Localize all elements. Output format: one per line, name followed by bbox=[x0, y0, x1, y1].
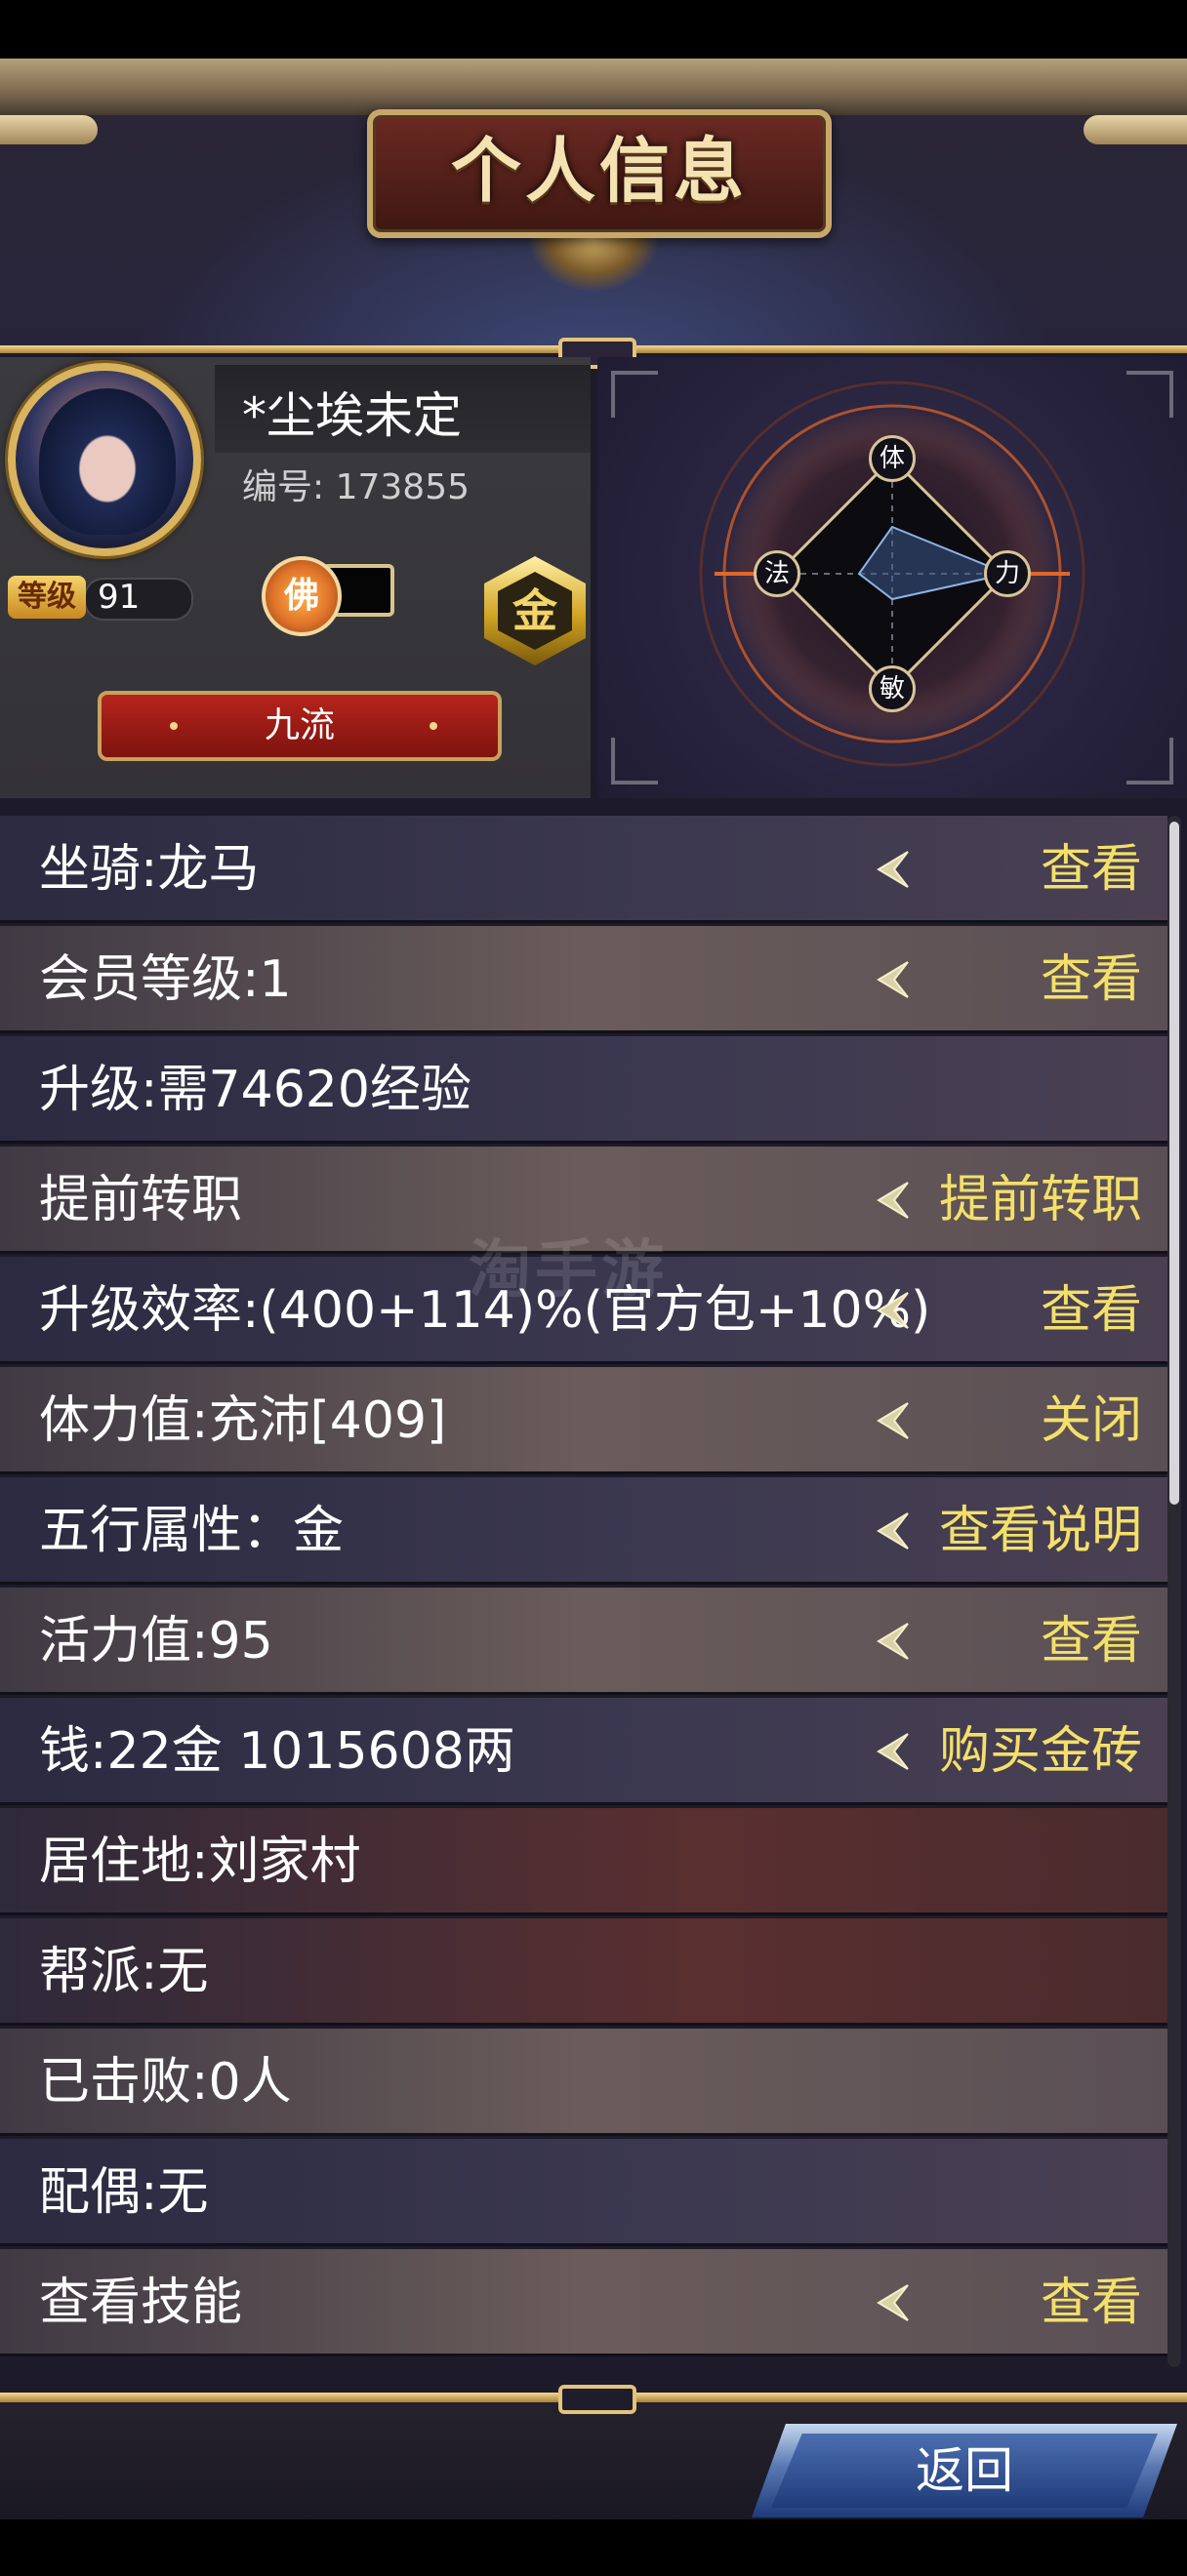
list-item-guild: 帮派:无 bbox=[0, 1918, 1167, 2026]
list-item-spouse: 配偶:无 bbox=[0, 2139, 1167, 2246]
list-item-label: 配偶:无 bbox=[39, 2163, 209, 2222]
buddha-icon[interactable]: 佛 bbox=[262, 556, 342, 636]
radar-axis-stamina: 体 bbox=[869, 435, 916, 482]
level-badge: 等级 bbox=[8, 576, 86, 619]
chevron-left-icon bbox=[877, 1402, 909, 1439]
list-item-label: 五行属性：金 bbox=[39, 1502, 345, 1560]
chevron-left-icon bbox=[877, 1733, 909, 1770]
back-button[interactable]: 返回 bbox=[771, 2434, 1158, 2508]
rank-button[interactable]: 九流 bbox=[98, 691, 502, 761]
list-item-residence: 居住地:刘家村 bbox=[0, 1808, 1167, 1915]
radar-chart bbox=[699, 381, 1085, 767]
chevron-left-icon bbox=[877, 1182, 909, 1219]
right-scroll-ornament bbox=[1084, 115, 1187, 144]
list-item-money: 钱:22金 1015608两 购买金砖 bbox=[0, 1698, 1167, 1805]
radar-axis-strength: 力 bbox=[984, 550, 1031, 597]
view-mount-button[interactable]: 查看 bbox=[1041, 816, 1142, 923]
view-vip-button[interactable]: 查看 bbox=[1041, 926, 1142, 1033]
chevron-left-icon bbox=[877, 2284, 909, 2321]
list-item-label: 居住地:刘家村 bbox=[39, 1832, 361, 1891]
list-item-label: 活力值:95 bbox=[39, 1612, 273, 1670]
rank-dot-right bbox=[430, 722, 437, 730]
chevron-left-icon bbox=[877, 961, 909, 998]
watermark: 淘手游 bbox=[469, 1234, 668, 1307]
status-bar-area bbox=[0, 0, 1187, 59]
list-item-mount: 坐骑:龙马 查看 bbox=[0, 816, 1167, 923]
list-item-label: 坐骑:龙马 bbox=[39, 840, 260, 899]
header-gold-band bbox=[0, 59, 1187, 115]
list-item-stamina: 体力值:充沛[409] 关闭 bbox=[0, 1367, 1167, 1474]
list-item-label: 会员等级:1 bbox=[39, 950, 292, 1009]
chevron-left-icon bbox=[877, 1623, 909, 1660]
chevron-left-icon bbox=[877, 851, 909, 888]
left-scroll-ornament bbox=[0, 115, 98, 144]
list-item-upgrade: 升级:需74620经验 bbox=[0, 1036, 1167, 1144]
view-skills-button[interactable]: 查看 bbox=[1041, 2249, 1142, 2356]
profile-screen: 个人信息 *尘埃未定 编号: 173855 等级 91 佛 金 九流 体 力 敏… bbox=[0, 0, 1187, 2576]
player-id: 编号: 173855 bbox=[242, 467, 470, 507]
radar-axis-magic: 法 bbox=[754, 550, 800, 597]
info-list[interactable]: 坐骑:龙马 查看 会员等级:1 查看 升级:需74620经验 提前转职 提前转职… bbox=[0, 816, 1167, 2367]
close-stamina-button[interactable]: 关闭 bbox=[1041, 1367, 1142, 1474]
list-item-label: 已击败:0人 bbox=[39, 2053, 292, 2112]
list-item-label: 查看技能 bbox=[39, 2274, 243, 2332]
early-transfer-button[interactable]: 提前转职 bbox=[939, 1147, 1142, 1254]
list-item-label: 钱:22金 1015608两 bbox=[39, 1722, 515, 1781]
list-item-skills: 查看技能 查看 bbox=[0, 2249, 1167, 2356]
list-item-vip: 会员等级:1 查看 bbox=[0, 926, 1167, 1033]
list-item-vitality: 活力值:95 查看 bbox=[0, 1588, 1167, 1695]
attribute-radar-panel: 体 力 敏 法 bbox=[597, 357, 1187, 798]
list-item-label: 升级:需74620经验 bbox=[39, 1061, 471, 1119]
avatar-portrait-icon bbox=[39, 388, 176, 535]
page-title: 个人信息 bbox=[450, 129, 748, 212]
view-vitality-button[interactable]: 查看 bbox=[1041, 1588, 1142, 1695]
list-item-label: 体力值:充沛[409] bbox=[39, 1391, 447, 1450]
level-value: 91 bbox=[98, 578, 141, 617]
chevron-left-icon bbox=[877, 1512, 909, 1550]
list-item-label: 提前转职 bbox=[39, 1171, 243, 1229]
player-name: *尘埃未定 bbox=[242, 387, 462, 444]
view-efficiency-button[interactable]: 查看 bbox=[1041, 1257, 1142, 1364]
list-item-label: 帮派:无 bbox=[39, 1943, 209, 2001]
chevron-left-icon bbox=[877, 1292, 909, 1329]
view-element-help-button[interactable]: 查看说明 bbox=[939, 1477, 1142, 1585]
rank-dot-left bbox=[170, 722, 178, 730]
buy-gold-brick-button[interactable]: 购买金砖 bbox=[939, 1698, 1142, 1805]
radar-axis-agility: 敏 bbox=[869, 665, 916, 712]
scrollbar-thumb[interactable] bbox=[1169, 822, 1179, 1505]
divider-ornament-icon bbox=[558, 2385, 636, 2414]
list-item-element: 五行属性：金 查看说明 bbox=[0, 1477, 1167, 1585]
nav-bar-area bbox=[0, 2519, 1187, 2576]
list-item-defeated: 已击败:0人 bbox=[0, 2029, 1167, 2136]
